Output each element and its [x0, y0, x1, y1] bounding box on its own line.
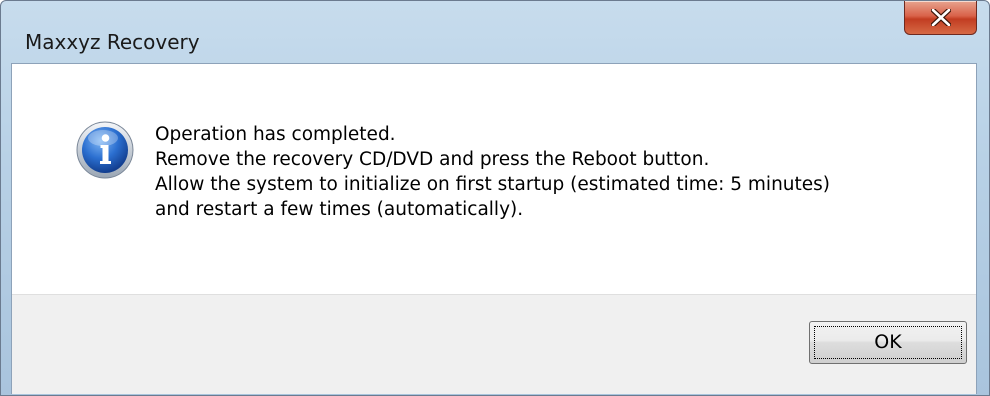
title-bar[interactable]: Maxxyz Recovery	[1, 1, 989, 63]
ok-button[interactable]: OK	[809, 321, 967, 364]
dialog-window: Maxxyz Recovery Operation has completed.…	[0, 0, 990, 396]
dialog-message: Operation has completed. Remove the reco…	[155, 122, 830, 222]
message-line-2: Remove the recovery CD/DVD and press the…	[155, 149, 710, 170]
window-title: Maxxyz Recovery	[25, 30, 200, 54]
close-icon	[931, 9, 951, 26]
message-line-3: Allow the system to initialize on first …	[155, 174, 831, 195]
info-icon	[76, 121, 134, 179]
message-line-1: Operation has completed.	[155, 124, 396, 145]
close-button[interactable]	[904, 1, 977, 35]
dialog-client-area: Operation has completed. Remove the reco…	[11, 63, 977, 394]
message-area: Operation has completed. Remove the reco…	[12, 64, 976, 294]
message-line-4: and restart a few times (automatically).	[155, 199, 524, 220]
button-bar: OK	[12, 294, 976, 394]
ok-button-label: OK	[874, 331, 902, 353]
